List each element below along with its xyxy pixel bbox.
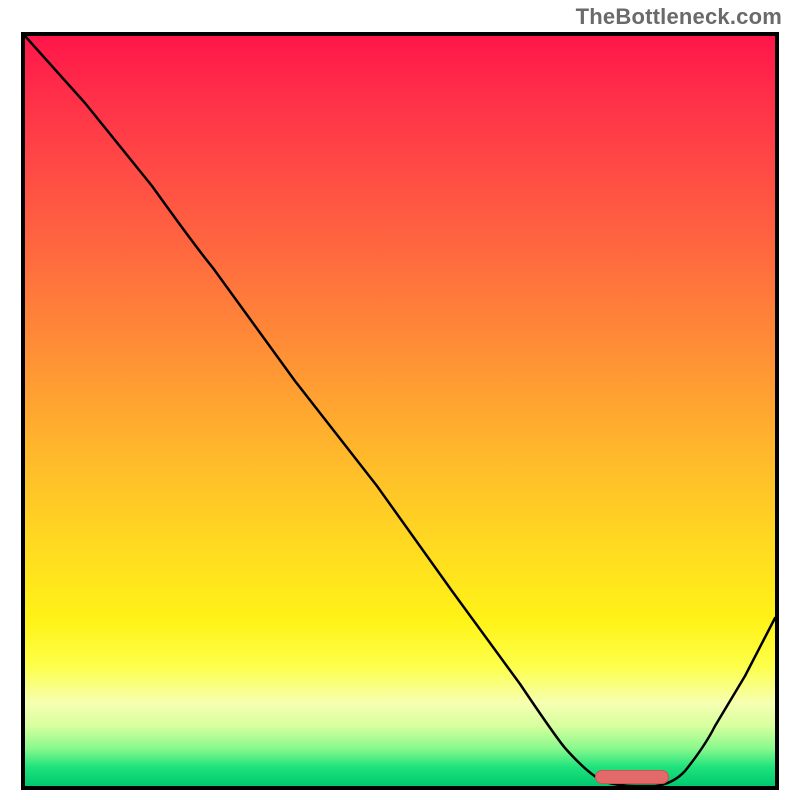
- curve-path: [25, 36, 775, 786]
- bottleneck-curve: [25, 36, 775, 786]
- plot-frame: [21, 32, 779, 790]
- plot-area: [25, 36, 775, 786]
- optimal-marker: [595, 770, 669, 784]
- chart-container: TheBottleneck.com: [0, 0, 800, 800]
- attribution-label: TheBottleneck.com: [576, 4, 782, 30]
